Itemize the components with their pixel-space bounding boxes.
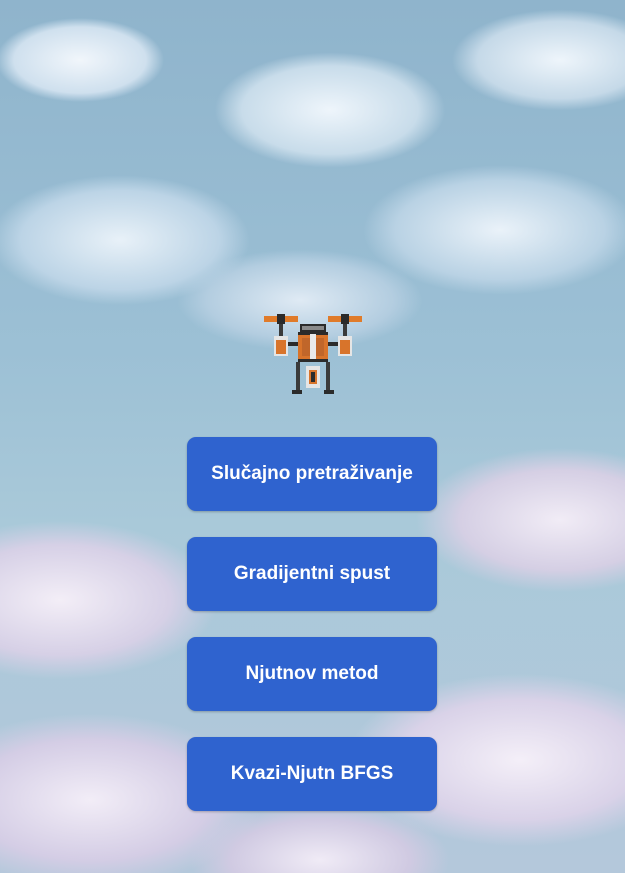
- newton-method-button[interactable]: Njutnov metod: [187, 637, 437, 711]
- drone-icon: [262, 310, 364, 410]
- random-search-button[interactable]: Slučajno pretraživanje: [187, 437, 437, 511]
- quasi-newton-bfgs-button[interactable]: Kvazi-Njutn BFGS: [187, 737, 437, 811]
- gradient-descent-button[interactable]: Gradijentni spust: [187, 537, 437, 611]
